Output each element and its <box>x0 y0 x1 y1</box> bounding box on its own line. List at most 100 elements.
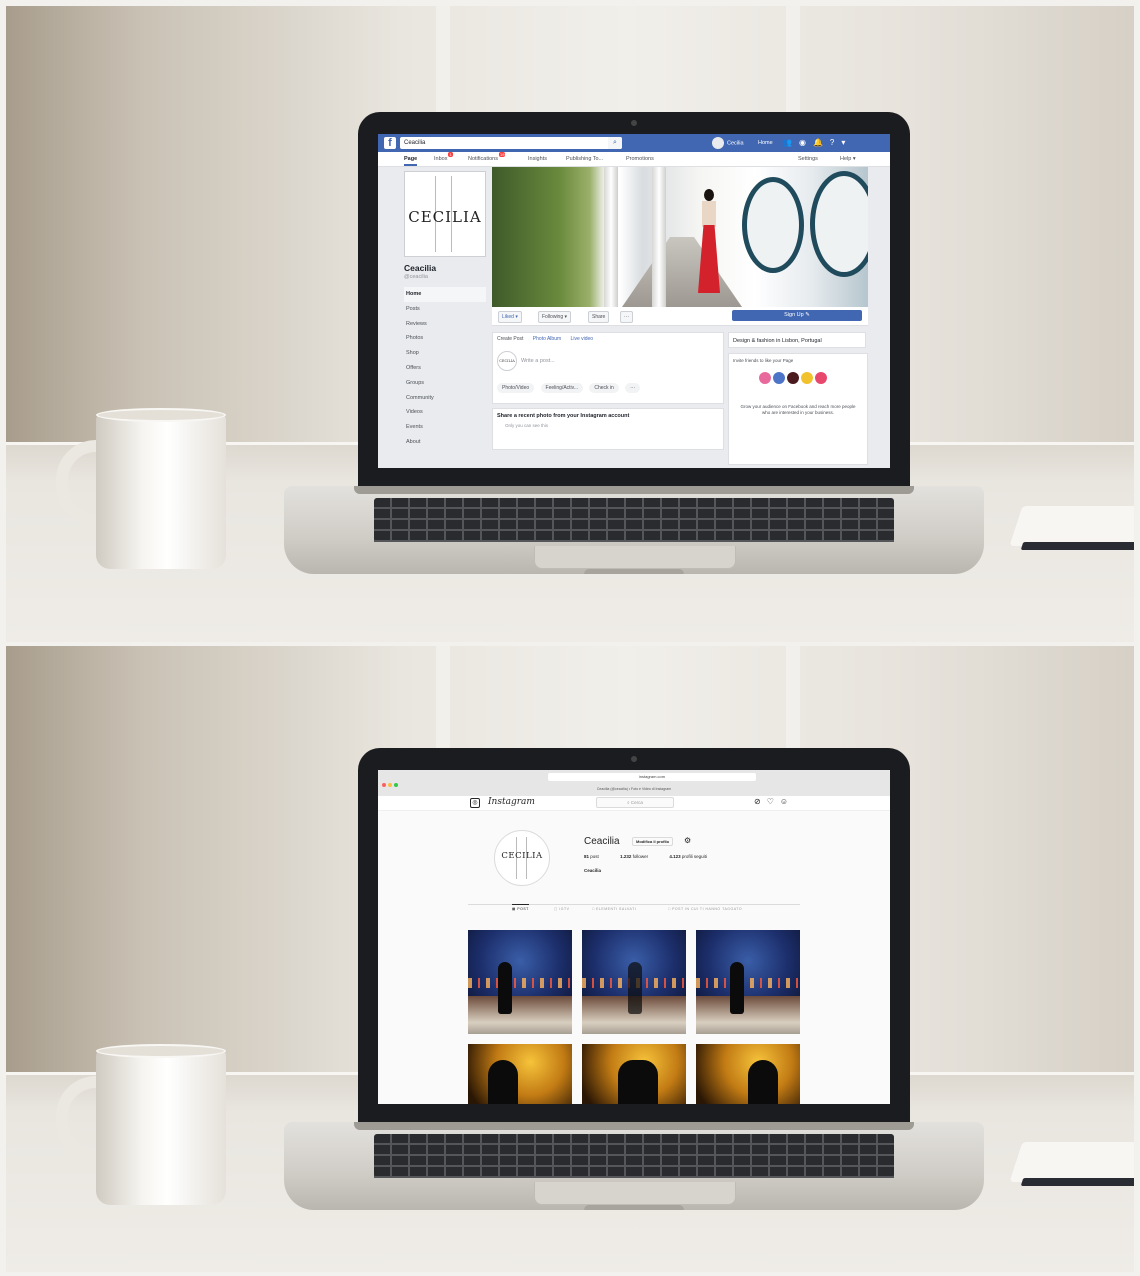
explore-icon[interactable]: ⊘ <box>754 797 761 806</box>
instagram-camera-icon[interactable]: ◎ <box>470 798 480 808</box>
facebook-logo-icon[interactable]: f <box>384 137 396 149</box>
tab-saved[interactable]: □ ELEMENTI SALVATI <box>592 907 636 911</box>
grid-post[interactable] <box>468 1044 572 1104</box>
friend-avatar[interactable] <box>815 372 827 384</box>
laptop-lid: f Ceacilia ⌕ Cecilia Home 👥 ◉ 🔔? ▾ Page <box>358 112 910 492</box>
composer-buttons: Photo/Video Feeling/Activ... Check in ··… <box>497 383 645 393</box>
sign-up-button[interactable]: Sign Up ✎ <box>732 310 862 321</box>
chevron-down-icon[interactable]: ▾ <box>841 138 845 147</box>
avatar: CECILIA <box>497 351 517 371</box>
posts-count-value: 81 <box>584 854 590 859</box>
invite-title: Invite friends to like your Page <box>733 358 794 363</box>
profile-picture[interactable]: CECILIA <box>404 171 486 257</box>
help-icon[interactable]: ? <box>830 138 834 147</box>
user-profile-link[interactable]: Cecilia <box>712 137 744 149</box>
post-input[interactable]: Write a post... <box>521 358 555 364</box>
friend-requests-icon[interactable]: 👥 <box>782 138 792 147</box>
header-icons: ⊘ ♡ ☺ <box>754 796 794 808</box>
live-video-tab[interactable]: Live video <box>571 336 594 342</box>
avatar[interactable]: CECILIA <box>494 830 550 886</box>
followers-count[interactable]: 1.232 follower <box>620 854 658 859</box>
feeling-activity-button[interactable]: Feeling/Activ... <box>540 383 583 393</box>
instagram-mockup-scene: instagram.com Ceacilia (@ceacilia) • Fot… <box>6 646 1134 1272</box>
tab-promotions[interactable]: Promotions <box>626 152 654 166</box>
following-count[interactable]: 4.123 profili seguiti <box>669 854 717 859</box>
following-button[interactable]: Following ▾ <box>538 311 572 323</box>
profile-username: Ceacilia <box>584 836 620 847</box>
search-input[interactable]: ⌕ Cerca <box>596 797 674 808</box>
page-menu: Home Posts Reviews Photos Shop Offers Gr… <box>404 287 486 450</box>
tab-insights[interactable]: Insights <box>528 152 547 166</box>
photo-video-button[interactable]: Photo/Video <box>497 383 535 393</box>
composer-tabs: Create Post Photo Album Live video <box>497 336 601 342</box>
grid-post[interactable] <box>696 1044 800 1104</box>
instagram-wordmark[interactable]: Instagram <box>488 796 535 808</box>
messenger-icon[interactable]: ◉ <box>799 138 806 147</box>
profile-icon[interactable]: ☺ <box>780 797 788 806</box>
grid-post[interactable] <box>468 930 572 1034</box>
grid-post[interactable] <box>696 930 800 1034</box>
sidebar-item-home[interactable]: Home <box>404 287 486 302</box>
page-handle[interactable]: @ceacilia <box>404 274 486 280</box>
heart-icon[interactable]: ♡ <box>767 797 774 806</box>
sidebar-item-posts[interactable]: Posts <box>404 302 486 317</box>
sidebar-item-videos[interactable]: Videos <box>404 405 486 420</box>
page-title: Ceacilia <box>404 263 437 273</box>
address-bar[interactable]: instagram.com <box>548 773 756 781</box>
cover-figure <box>696 189 722 297</box>
friend-avatar[interactable] <box>773 372 785 384</box>
notifications-icon[interactable]: 🔔 <box>813 138 823 147</box>
grid-post[interactable] <box>582 930 686 1034</box>
tab-inbox-label: Inbox <box>434 156 448 162</box>
friend-avatar[interactable] <box>801 372 813 384</box>
trackpad <box>534 546 736 569</box>
create-post-tab[interactable]: Create Post <box>497 336 523 342</box>
sidebar-item-photos[interactable]: Photos <box>404 331 486 346</box>
tab-publishing-tools[interactable]: Publishing To... <box>566 152 603 166</box>
sidebar-item-groups[interactable]: Groups <box>404 376 486 391</box>
search-value: Ceacilia <box>404 140 426 146</box>
edit-profile-button[interactable]: Modifica il profilo <box>632 837 674 846</box>
photo-album-tab[interactable]: Photo Album <box>533 336 561 342</box>
browser-toolbar: instagram.com Ceacilia (@ceacilia) • Fot… <box>378 770 890 797</box>
check-in-button[interactable]: Check in <box>589 383 619 393</box>
tab-help[interactable]: Help ▾ <box>840 152 856 166</box>
cover-photo[interactable] <box>492 167 868 307</box>
home-link[interactable]: Home <box>758 137 773 149</box>
sidebar-item-events[interactable]: Events <box>404 420 486 435</box>
liked-button[interactable]: Liked ▾ <box>498 311 522 323</box>
friend-avatar[interactable] <box>759 372 771 384</box>
more-options-button[interactable]: ··· <box>625 383 641 393</box>
tab-page[interactable]: Page <box>404 152 418 166</box>
share-button[interactable]: Share <box>588 311 610 323</box>
tab-notifications[interactable]: Notifications19 <box>468 152 506 166</box>
search-input[interactable]: Ceacilia ⌕ <box>400 137 622 149</box>
instagram-card-title[interactable]: Share a recent photo from your Instagram… <box>497 413 629 419</box>
sidebar-item-shop[interactable]: Shop <box>404 346 486 361</box>
more-button[interactable]: ··· <box>620 311 633 323</box>
posts-count[interactable]: 81 post <box>584 854 609 859</box>
tab-tagged[interactable]: □ POST IN CUI TI HANNO TAGGATO <box>668 907 742 911</box>
followers-count-value: 1.232 <box>620 854 632 859</box>
browser-tab-title[interactable]: Ceacilia (@ceacilia) • Foto e Video di I… <box>378 785 890 794</box>
avatar <box>712 137 724 149</box>
facebook-top-bar: f Ceacilia ⌕ Cecilia Home 👥 ◉ 🔔? ▾ <box>378 134 890 152</box>
grid-post[interactable] <box>582 1044 686 1104</box>
tab-igtv[interactable]: ▢ IGTV <box>554 907 569 911</box>
tab-settings[interactable]: Settings <box>798 152 818 166</box>
tab-posts[interactable]: ▦ POST <box>512 904 529 911</box>
gear-icon[interactable]: ⚙ <box>684 836 691 845</box>
user-name: Cecilia <box>727 140 744 147</box>
facebook-screen: f Ceacilia ⌕ Cecilia Home 👥 ◉ 🔔? ▾ Page <box>378 134 890 468</box>
sidebar-item-community[interactable]: Community <box>404 391 486 406</box>
page-actions: Liked ▾ Following ▾ Share ··· Sign Up ✎ <box>492 307 868 326</box>
following-count-value: 4.123 <box>669 854 681 859</box>
sidebar-item-reviews[interactable]: Reviews <box>404 317 486 332</box>
friend-avatars <box>759 372 829 386</box>
search-icon[interactable]: ⌕ <box>608 137 622 149</box>
friend-avatar[interactable] <box>787 372 799 384</box>
tab-inbox[interactable]: Inbox1 <box>434 152 453 166</box>
profile-full-name: Ceacilia <box>584 868 602 873</box>
sidebar-item-about[interactable]: About <box>404 435 486 450</box>
sidebar-item-offers[interactable]: Offers <box>404 361 486 376</box>
